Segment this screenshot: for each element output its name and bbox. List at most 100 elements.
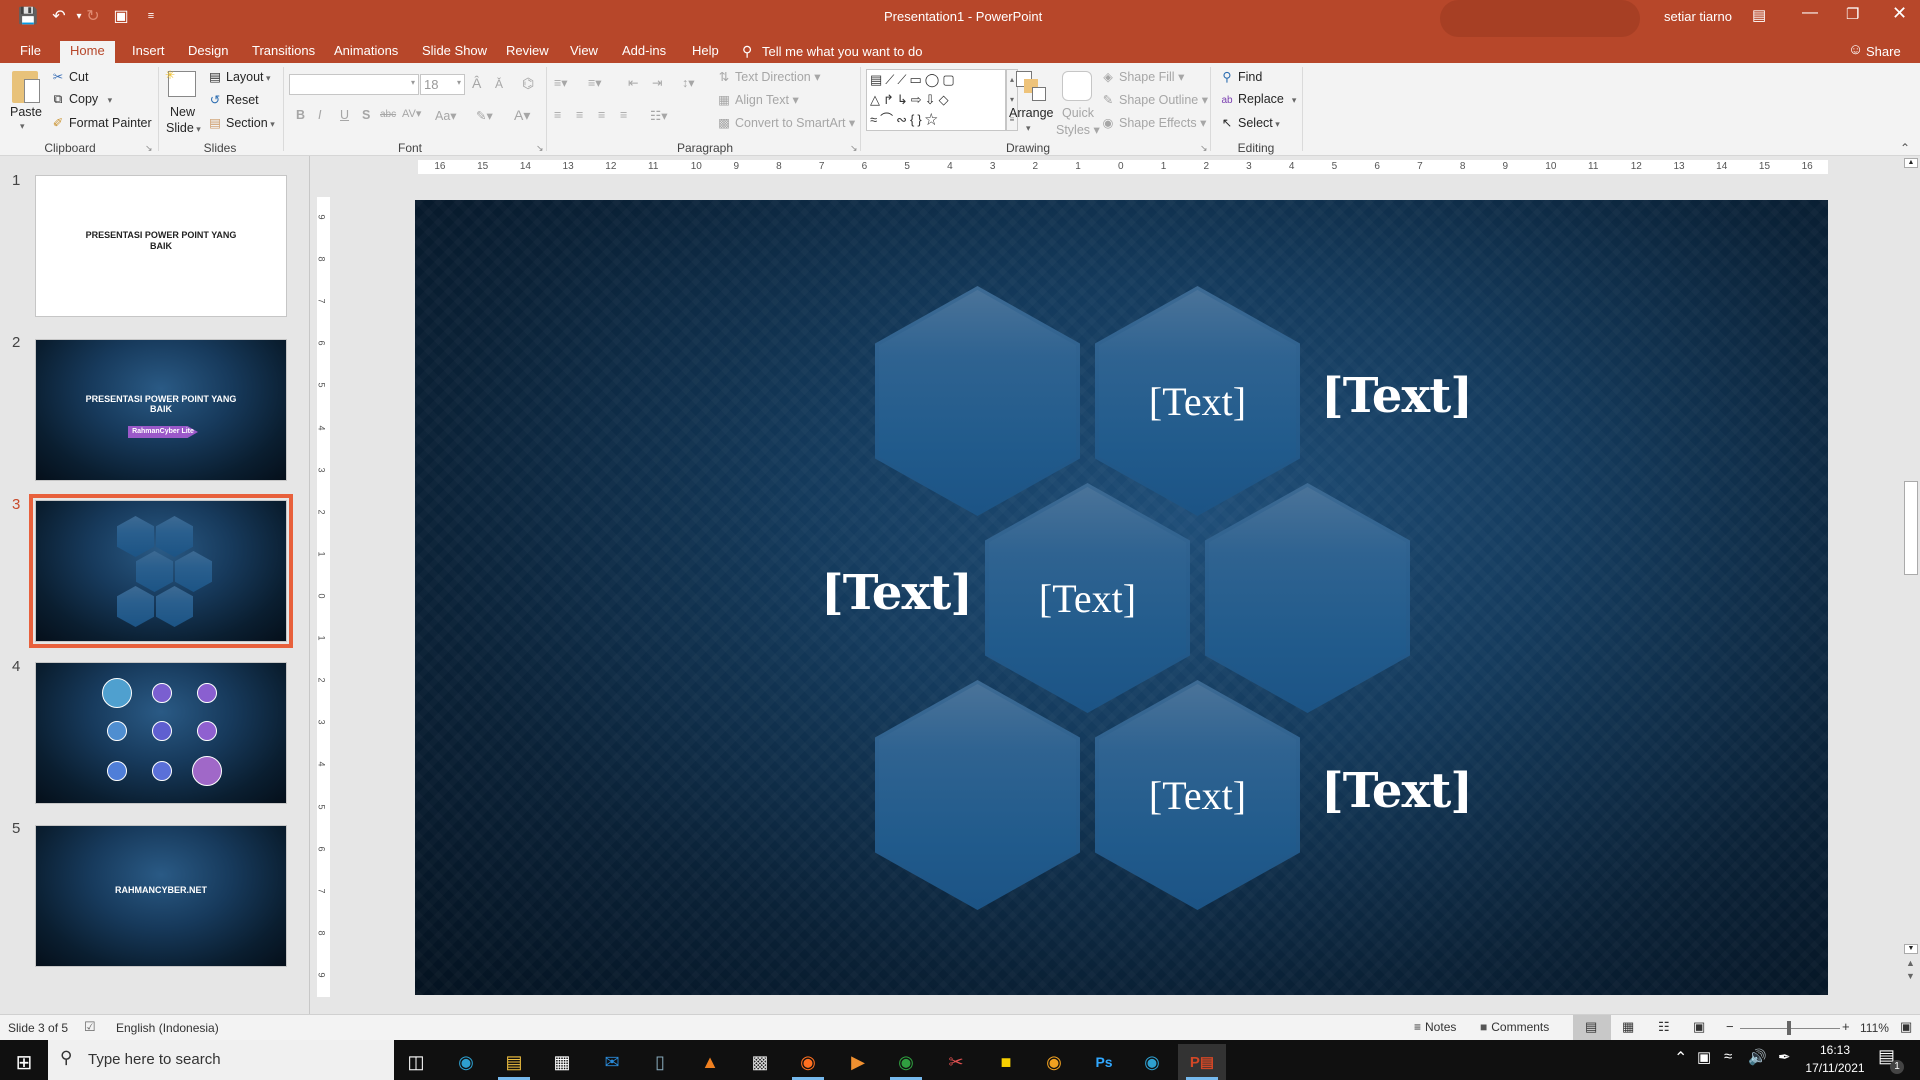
hexagon-text[interactable]: [Text] [1095, 680, 1300, 910]
vlc-icon[interactable]: ▲ [686, 1044, 734, 1080]
hexagon-shape[interactable] [875, 286, 1080, 516]
change-case-button[interactable]: Aa▾ [435, 108, 457, 123]
replace-button[interactable]: ab Replace ▾ [1219, 92, 1296, 106]
tell-me-input[interactable]: Tell me what you want to do [762, 44, 922, 59]
tab-transitions[interactable]: Transitions [242, 41, 325, 63]
align-text-button[interactable]: ▦ Align Text ▾ [716, 92, 799, 107]
vertical-scrollbar[interactable]: ▲ ▼ ▲ ▼ [1902, 156, 1920, 1014]
select-button[interactable]: ↖ Select ▾ [1219, 115, 1280, 130]
close-icon[interactable]: ✕ [1892, 3, 1907, 24]
slide-sorter-button[interactable]: ▦ [1622, 1019, 1634, 1035]
columns-button[interactable]: ☷▾ [650, 108, 667, 123]
slide-thumbnail-5[interactable]: RAHMANCYBER.NET [35, 825, 287, 967]
increase-font-icon[interactable]: Â [472, 75, 481, 91]
previous-slide-button[interactable]: ▲ [1906, 958, 1915, 968]
italic-button[interactable]: I [318, 108, 321, 122]
reading-view-button[interactable]: ☷ [1658, 1019, 1670, 1035]
shape-effects-button[interactable]: ◉ Shape Effects ▾ [1100, 115, 1207, 130]
slide-thumbnail-1[interactable]: PRESENTASI POWER POINT YANG BAIK [35, 175, 287, 317]
slide-thumbnail-2[interactable]: PRESENTASI POWER POINT YANG BAIK RahmanC… [35, 339, 287, 481]
hexagon-text[interactable]: [Text] [985, 483, 1190, 713]
clock-date[interactable]: 17/11/2021 [1802, 1061, 1868, 1075]
slide-thumbnail-4[interactable] [35, 662, 287, 804]
sticky-notes-icon[interactable]: ■ [982, 1044, 1030, 1080]
hexagon-shape[interactable]: [Text] [1095, 680, 1300, 910]
photoshop-icon[interactable]: Ps [1080, 1044, 1128, 1080]
tab-slide-show[interactable]: Slide Show [412, 41, 497, 63]
tab-home[interactable]: Home [60, 41, 115, 63]
drawing-launcher-icon[interactable]: ↘ [1200, 143, 1208, 154]
character-spacing-button[interactable]: AV▾ [402, 107, 421, 120]
ribbon-display-options-icon[interactable]: ▤ [1752, 6, 1766, 24]
center-button[interactable]: ≡ [576, 108, 583, 122]
decrease-indent-button[interactable]: ⇤ [628, 75, 638, 90]
paste-button[interactable]: Paste [10, 105, 42, 119]
media-player-icon[interactable]: ▶ [834, 1044, 882, 1080]
horizontal-ruler[interactable]: 16 15 14 13 12 11 10 9 8 7 6 5 4 3 2 1 0 1 2 3 4 5 6 7 8 9 10 11 12 1… [418, 160, 1828, 174]
edge-icon[interactable]: ◉ [442, 1044, 490, 1080]
new-slide-icon[interactable]: ✳ [165, 68, 196, 97]
text-placeholder[interactable]: [Text] [1321, 368, 1473, 424]
new-slide-label[interactable]: New [170, 105, 195, 119]
mail-icon[interactable]: ✉ [588, 1044, 636, 1080]
tab-file[interactable]: File [10, 41, 51, 63]
spell-check-icon[interactable]: ☑ [84, 1019, 96, 1035]
slide-show-button[interactable]: ▣ [1693, 1019, 1705, 1035]
hexagon-shape[interactable] [875, 680, 1080, 910]
restore-icon[interactable]: ❐ [1846, 5, 1859, 23]
present-from-start-icon[interactable]: ▣ [110, 6, 132, 26]
paste-dropdown-icon[interactable]: ▾ [20, 121, 25, 132]
arrange-button[interactable]: Arrange [1009, 106, 1053, 120]
layout-button[interactable]: ▤ Layout ▾ [207, 69, 270, 84]
fit-to-window-icon[interactable]: ▣ [1900, 1019, 1912, 1035]
text-placeholder[interactable]: [Text] [1321, 763, 1473, 819]
scrollbar-thumb[interactable] [1904, 481, 1918, 575]
text-placeholder[interactable]: [Text] [821, 565, 973, 621]
share-button[interactable]: Share [1866, 44, 1901, 59]
cut-button[interactable]: ✂ Cut [50, 69, 89, 84]
scroll-up-button[interactable]: ▲ [1904, 158, 1918, 168]
vertical-ruler[interactable]: 9 8 7 6 5 4 3 2 1 0 1 2 3 4 5 6 7 8 9 [317, 197, 330, 997]
zoom-out-button[interactable]: − [1726, 1019, 1734, 1034]
format-painter-button[interactable]: ✐ Format Painter [50, 115, 152, 130]
slide-canvas[interactable]: [Text] [Text] [Text] [Text] [Text] [Text… [415, 200, 1828, 995]
justify-button[interactable]: ≡ [620, 108, 627, 122]
find-button[interactable]: ⚲ Find [1219, 69, 1262, 84]
new-slide-button[interactable]: Slide ▾ [166, 121, 201, 135]
hexagon-shape[interactable]: [Text] [1095, 286, 1300, 516]
scroll-down-button[interactable]: ▼ [1904, 944, 1918, 954]
copy-button[interactable]: ⧉ Copy ▾ [50, 92, 113, 107]
tab-animations[interactable]: Animations [324, 41, 408, 63]
font-size-combobox[interactable]: 18 ▾ [420, 74, 465, 95]
convert-smartart-button[interactable]: ▩ Convert to SmartArt ▾ [716, 115, 855, 130]
hexagon-shape[interactable]: [Text] [985, 483, 1190, 713]
tab-help[interactable]: Help [682, 41, 729, 63]
notepad-icon[interactable]: ▯ [636, 1044, 684, 1080]
font-name-combobox[interactable]: ▾ [289, 74, 419, 95]
line-spacing-button[interactable]: ↕▾ [682, 75, 695, 90]
decrease-font-icon[interactable]: Ǎ [495, 77, 503, 91]
zoom-in-button[interactable]: + [1842, 1019, 1850, 1034]
taskbar-search-box[interactable]: ⚲ Type here to search [48, 1040, 394, 1080]
text-direction-button[interactable]: ⇅ Text Direction ▾ [716, 69, 821, 84]
quick-styles-button[interactable]: Quick [1062, 106, 1094, 120]
comments-button[interactable]: ■ Comments [1480, 1020, 1549, 1034]
show-hidden-icons-icon[interactable]: ⌃ [1674, 1048, 1687, 1068]
section-button[interactable]: ▤ Section ▾ [207, 115, 275, 130]
firefox-icon[interactable]: ◉ [784, 1044, 832, 1080]
collapse-ribbon-icon[interactable]: ⌃ [1900, 141, 1910, 155]
shadow-button[interactable]: S [362, 108, 370, 122]
media-player-classic-icon[interactable]: ▩ [736, 1044, 784, 1080]
zoom-level[interactable]: 111% [1860, 1021, 1889, 1035]
clear-formatting-icon[interactable]: ⌬ [522, 75, 534, 92]
align-right-button[interactable]: ≡ [598, 108, 605, 122]
paragraph-launcher-icon[interactable]: ↘ [850, 143, 858, 154]
undo-icon[interactable]: ↶ [48, 6, 70, 26]
normal-view-button[interactable]: ▤ [1573, 1015, 1611, 1041]
underline-button[interactable]: U [340, 108, 349, 122]
customize-qat-icon[interactable]: ≡ [140, 10, 162, 22]
meet-now-icon[interactable]: ▣ [1697, 1048, 1711, 1066]
language-indicator[interactable]: English (Indonesia) [116, 1021, 219, 1035]
minimize-icon[interactable]: — [1802, 4, 1818, 22]
task-view-icon[interactable]: ◫ [392, 1044, 440, 1080]
